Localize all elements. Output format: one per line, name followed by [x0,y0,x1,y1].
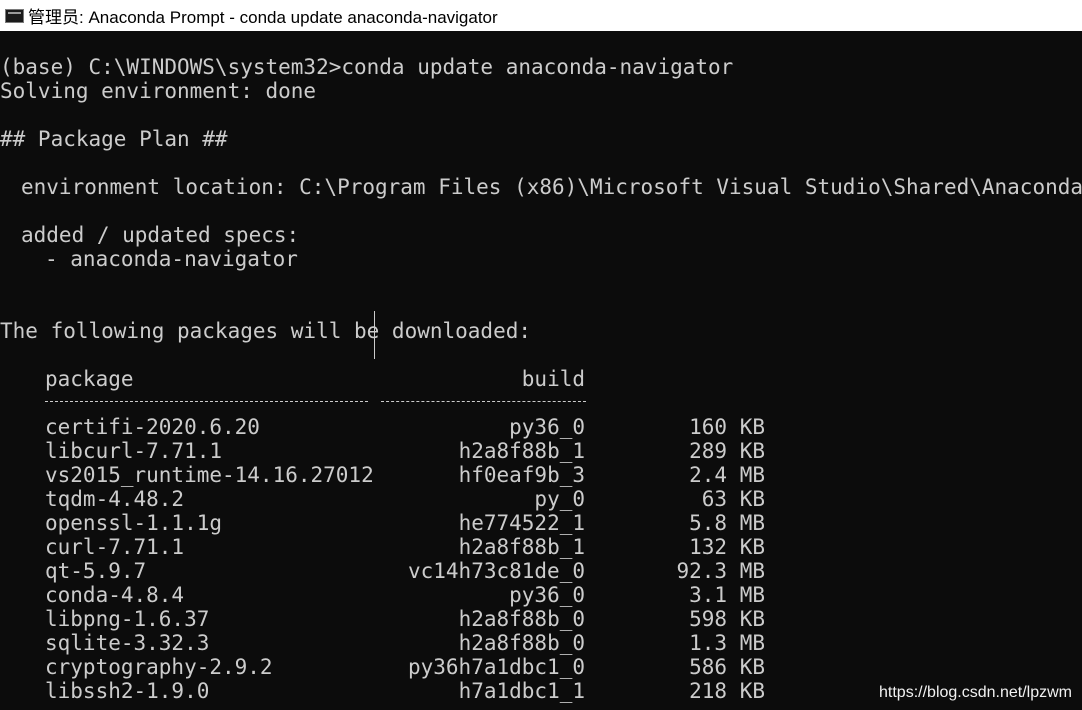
package-name: tqdm-4.48.2 [45,487,185,511]
package-name: openssl-1.1.1g [45,511,223,535]
watermark: https://blog.csdn.net/lpzwm [879,684,1072,701]
prompt-line: (base) C:\WINDOWS\system32>conda update … [0,55,734,79]
package-table-body: certifi-2020.6.20 py36_0 160 KB libcurl-7.7… [0,415,1082,703]
package-build: h7a1dbc1_1 [458,679,585,703]
env-location-line: environment location: C:\Program Files (… [21,175,1082,199]
package-name: certifi-2020.6.20 [45,415,260,439]
package-size: 218 KB [689,679,765,703]
package-build: h2a8f88b_1 [458,439,585,463]
package-name: libpng-1.6.37 [45,607,210,631]
package-size: 289 KB [689,439,765,463]
solving-line: Solving environment: done [0,79,317,103]
package-size: 132 KB [689,535,765,559]
package-size: 92.3 MB [676,559,765,583]
package-build: hf0eaf9b_3 [458,463,585,487]
package-name: cryptography-2.9.2 [45,655,273,679]
package-build: py36_0 [509,415,585,439]
package-size: 2.4 MB [689,463,765,487]
table-row: openssl-1.1.1g he774522_1 5.8 MB [0,511,1082,535]
table-row: cryptography-2.9.2 py36h7a1dbc1_0 586 KB [0,655,1082,679]
package-size: 160 KB [689,415,765,439]
package-name: libssh2-1.9.0 [45,679,210,703]
specs-header: added / updated specs: [21,223,300,247]
package-build: h2a8f88b_0 [458,631,585,655]
table-divider [0,391,1082,415]
package-build: he774522_1 [458,511,585,535]
table-row: certifi-2020.6.20 py36_0 160 KB [0,415,1082,439]
table-row: conda-4.8.4 py36_0 3.1 MB [0,583,1082,607]
package-name: vs2015_runtime-14.16.27012 [45,463,374,487]
table-row: qt-5.9.7 vc14h73c81de_0 92.3 MB [0,559,1082,583]
table-row: libcurl-7.71.1 h2a8f88b_1 289 KB [0,439,1082,463]
table-row: vs2015_runtime-14.16.27012 hf0eaf9b_3 2.4 … [0,463,1082,487]
download-header: The following packages will be downloade… [0,319,532,343]
table-row: tqdm-4.48.2 py_0 63 KB [0,487,1082,511]
package-build: py_0 [534,487,585,511]
package-name: qt-5.9.7 [45,559,147,583]
package-name: libcurl-7.71.1 [45,439,223,463]
table-row: sqlite-3.32.3 h2a8f88b_0 1.3 MB [0,631,1082,655]
header-package: package [45,367,134,391]
command-prompt-icon [5,8,24,23]
package-build: vc14h73c81de_0 [407,559,585,583]
package-size: 586 KB [689,655,765,679]
package-size: 63 KB [701,487,765,511]
package-name: curl-7.71.1 [45,535,185,559]
package-size: 598 KB [689,607,765,631]
package-name: sqlite-3.32.3 [45,631,210,655]
package-table-header: package build [0,367,1082,391]
console-output[interactable]: (base) C:\WINDOWS\system32>conda update … [0,55,1082,703]
plan-header: ## Package Plan ## [0,127,228,151]
spec-item: - anaconda-navigator [45,247,298,271]
package-build: py36h7a1dbc1_0 [407,655,585,679]
package-build: h2a8f88b_1 [458,535,585,559]
package-size: 3.1 MB [689,583,765,607]
column-separator [374,311,375,359]
package-name: conda-4.8.4 [45,583,185,607]
package-size: 5.8 MB [689,511,765,535]
table-row: curl-7.71.1 h2a8f88b_1 132 KB [0,535,1082,559]
table-row: libpng-1.6.37 h2a8f88b_0 598 KB [0,607,1082,631]
package-size: 1.3 MB [689,631,765,655]
package-build: h2a8f88b_0 [458,607,585,631]
package-build: py36_0 [509,583,585,607]
window-title: 管理员: Anaconda Prompt - conda update anac… [28,8,498,27]
window-titlebar[interactable]: 管理员: Anaconda Prompt - conda update anac… [0,0,1082,31]
header-build: build [521,367,585,391]
